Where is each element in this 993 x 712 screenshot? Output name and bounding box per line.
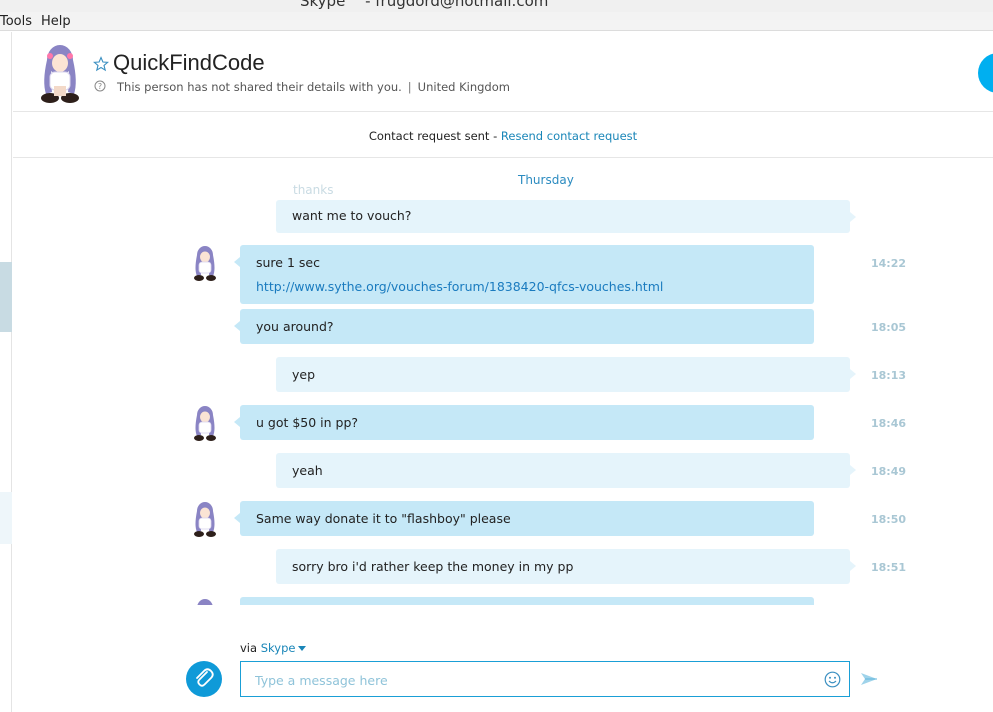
message-text: sure 1 sec bbox=[256, 255, 320, 270]
chevron-down-icon[interactable] bbox=[298, 646, 307, 651]
message-input-box[interactable] bbox=[240, 661, 850, 697]
message-timestamp: 18:50 bbox=[871, 513, 907, 526]
sender-avatar[interactable] bbox=[189, 244, 221, 282]
call-button[interactable] bbox=[978, 53, 993, 93]
contact-location: United Kingdom bbox=[417, 80, 510, 94]
message-input[interactable] bbox=[255, 670, 815, 690]
message-bubble-incoming[interactable]: sure 1 sec http://www.sythe.org/vouches-… bbox=[234, 245, 814, 304]
contact-request-status: Contact request sent - Resend contact re… bbox=[369, 129, 637, 143]
contact-details: This person has not shared their details… bbox=[117, 80, 510, 94]
message-bubble-outgoing[interactable]: want me to vouch? bbox=[276, 200, 856, 233]
conversation-header: QuickFindCode ? This person has not shar… bbox=[13, 32, 993, 112]
message-bubble-incoming[interactable]: u got $50 in pp? bbox=[234, 405, 814, 440]
sender-avatar[interactable] bbox=[189, 597, 221, 605]
message-bubble-incoming[interactable]: you around? bbox=[234, 309, 814, 344]
via-selector[interactable]: via Skype bbox=[240, 641, 307, 655]
window-titlebar: Skype™ - frugdord@hotmail.com bbox=[0, 0, 993, 12]
message-text: Same way donate it to "flashboy" please bbox=[256, 511, 511, 526]
message-text: yeah bbox=[292, 463, 323, 478]
message-text: want me to vouch? bbox=[292, 208, 412, 223]
message-timestamp: 18:13 bbox=[871, 369, 907, 382]
message-bubble-outgoing[interactable]: sorry bro i'd rather keep the money in m… bbox=[276, 549, 856, 584]
chat-history[interactable]: thanks Thursday want me to vouch? sure 1… bbox=[13, 159, 993, 605]
menu-bar: Tools Help bbox=[0, 12, 993, 31]
paperclip-icon bbox=[196, 668, 214, 687]
contact-name: QuickFindCode bbox=[113, 50, 265, 75]
menu-help[interactable]: Help bbox=[41, 14, 71, 29]
contact-request-bar: Contact request sent - Resend contact re… bbox=[13, 113, 993, 158]
message-link[interactable]: http://www.sythe.org/vouches-forum/18384… bbox=[256, 279, 663, 294]
faded-previous-message: thanks bbox=[293, 183, 334, 197]
contact-avatar[interactable] bbox=[30, 42, 88, 104]
menu-tools[interactable]: Tools bbox=[0, 14, 32, 29]
message-text: u got $50 in pp? bbox=[256, 415, 359, 430]
message-bubble-incoming[interactable]: Same way donate it to "flashboy" please bbox=[234, 501, 814, 536]
svg-text:?: ? bbox=[98, 82, 102, 91]
via-label: via bbox=[240, 641, 261, 655]
message-composer: via Skype bbox=[0, 605, 993, 712]
favorite-star-icon[interactable] bbox=[93, 56, 109, 72]
message-timestamp: 18:51 bbox=[871, 561, 907, 574]
message-bubble-incoming[interactable] bbox=[240, 597, 814, 605]
day-separator: Thursday bbox=[518, 173, 574, 187]
window-title: Skype™ - frugdord@hotmail.com bbox=[300, 0, 549, 10]
via-service[interactable]: Skype bbox=[261, 641, 296, 655]
message-timestamp: 18:46 bbox=[871, 417, 907, 430]
message-timestamp: 18:05 bbox=[871, 321, 907, 334]
contact-request-text: Contact request sent - bbox=[368, 129, 501, 143]
contact-details-text: This person has not shared their details… bbox=[117, 80, 402, 94]
send-icon[interactable] bbox=[860, 672, 878, 688]
sender-avatar[interactable] bbox=[189, 500, 221, 538]
attach-button[interactable] bbox=[186, 661, 222, 697]
message-timestamp: 18:49 bbox=[871, 465, 907, 478]
sender-avatar[interactable] bbox=[189, 404, 221, 442]
details-separator: | bbox=[407, 80, 412, 94]
message-text: sorry bro i'd rather keep the money in m… bbox=[292, 559, 574, 574]
message-text: yep bbox=[292, 367, 316, 382]
emoji-icon[interactable] bbox=[824, 671, 841, 688]
info-icon: ? bbox=[94, 80, 106, 92]
message-bubble-outgoing[interactable]: yep bbox=[276, 357, 856, 392]
message-text: you around? bbox=[256, 319, 334, 334]
message-timestamp: 14:22 bbox=[871, 257, 907, 270]
contact-list-selected-item[interactable] bbox=[0, 492, 12, 544]
contact-list-scrollbar[interactable] bbox=[0, 262, 12, 332]
message-bubble-outgoing[interactable]: yeah bbox=[276, 453, 856, 488]
resend-contact-request-link[interactable]: Resend contact request bbox=[501, 129, 637, 143]
